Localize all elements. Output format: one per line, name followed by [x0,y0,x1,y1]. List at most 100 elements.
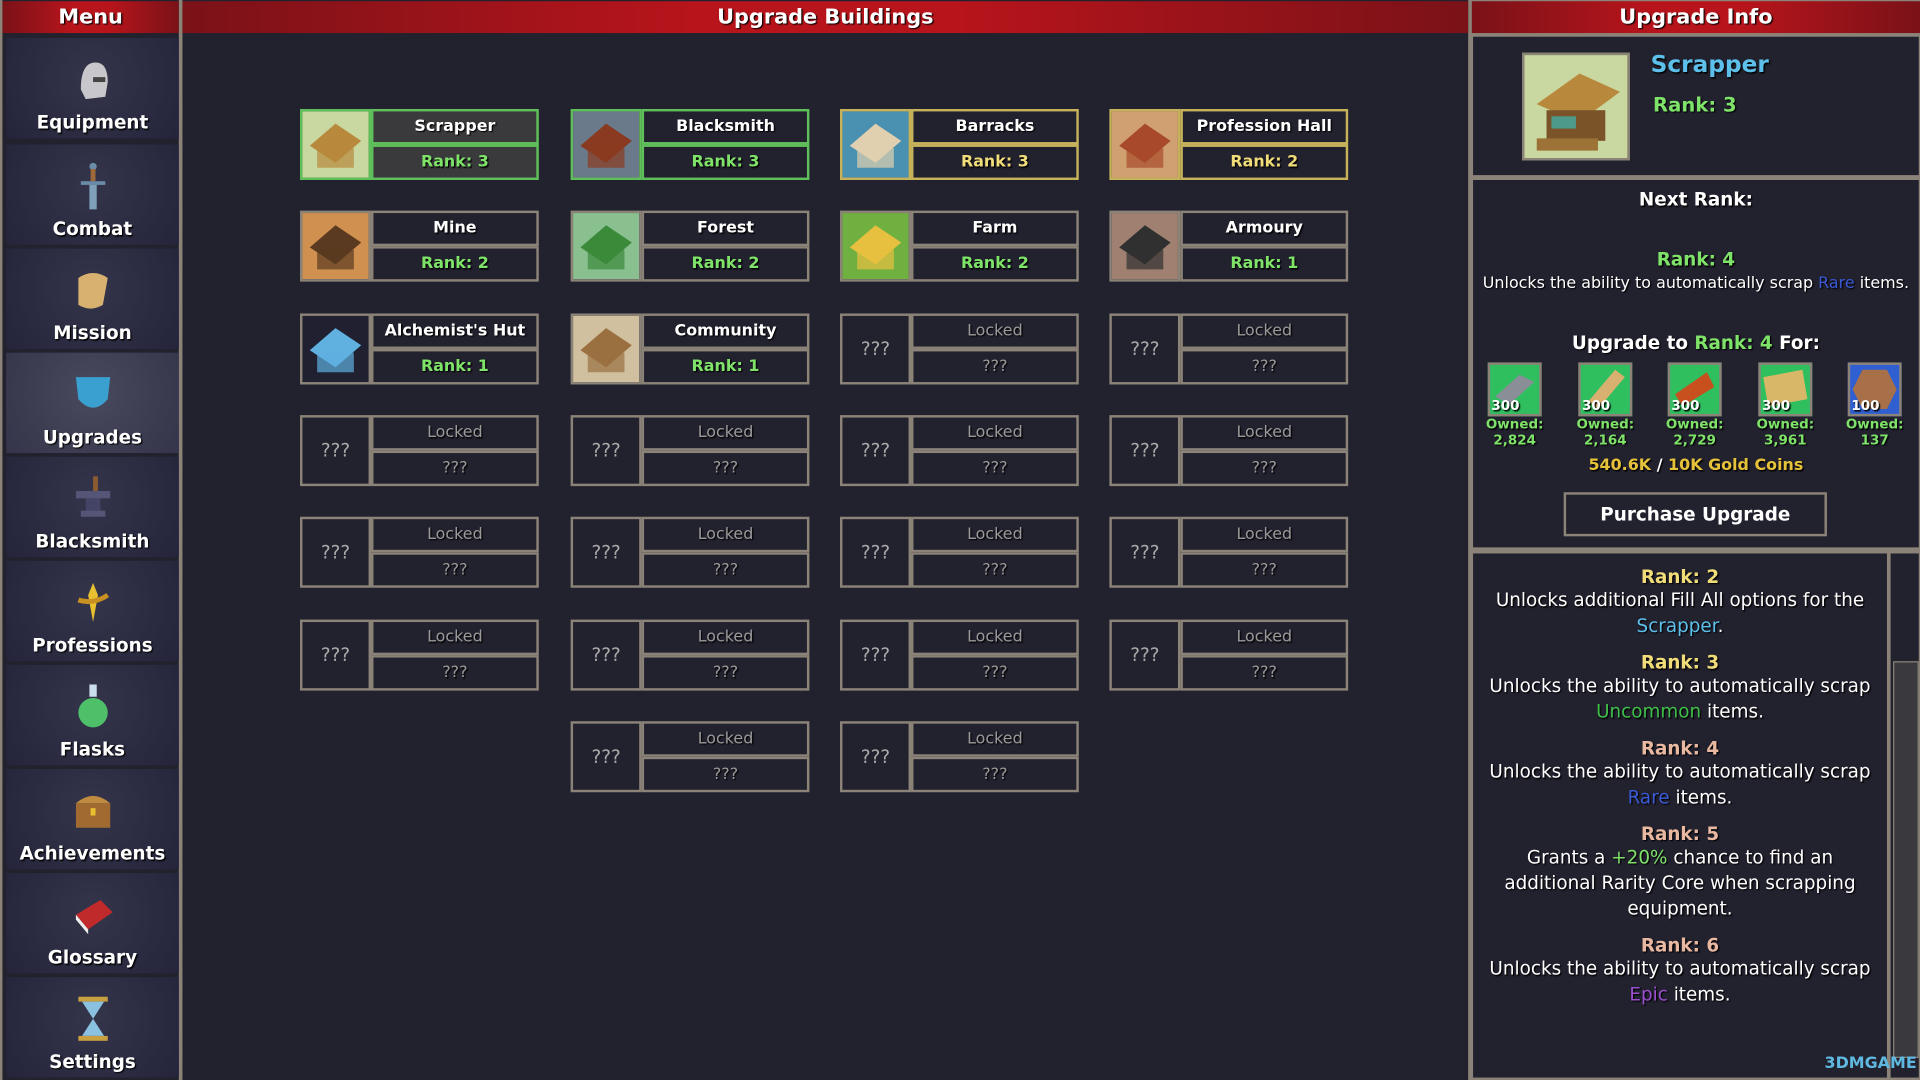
menu-item-flasks[interactable]: Flasks [6,664,179,766]
barracks-icon [840,108,912,181]
highlight-text: +20% [1611,846,1668,869]
locked-icon: ??? [840,313,912,385]
owned-amount: 2,164 [1583,432,1627,449]
cost-quantity: 300 [1491,397,1520,414]
menu-item-label: Equipment [36,111,149,134]
building-name: Community Project [641,313,810,371]
next-rank-description: Unlocks the ability to automatically scr… [1473,274,1919,292]
scrollbar[interactable] [1890,553,1919,1078]
alchemist-icon [300,313,372,385]
cost-quantity: 100 [1851,397,1880,414]
building-locked[interactable]: ??? Locked??? [1109,415,1349,487]
building-scrapper[interactable]: Scrapper Rank: 3 [300,108,539,181]
locked-icon: ??? [300,415,372,487]
building-armoury[interactable]: Armoury Rank: 1 [1109,210,1349,282]
history-rank: Rank: 5 [1640,822,1720,845]
menu-item-blacksmith[interactable]: Blacksmith [6,456,179,558]
gold-cost: 540.6K / 10K Gold Coins [1473,457,1919,475]
building-farm[interactable]: Farm Rank: 2 [840,210,1079,282]
building-blacksmith[interactable]: Blacksmith Rank: 3 [570,108,810,181]
cost-item: 300 Owned: 3,961 [1755,362,1816,448]
building-locked[interactable]: ??? Locked??? [300,415,539,487]
armoury-icon [1109,210,1181,282]
building-locked[interactable]: ??? Locked??? [840,516,1079,588]
farm-icon [840,210,912,282]
building-rank: ??? [911,450,1079,487]
building-locked[interactable]: ??? Locked??? [300,619,539,691]
building-name: Locked [911,415,1079,451]
building-locked[interactable]: ??? Locked??? [840,619,1079,691]
building-locked[interactable]: ??? Locked??? [300,516,539,588]
building-locked[interactable]: ??? Locked??? [570,619,810,691]
menu-item-label: Achievements [19,842,166,865]
highlight-text: Rare [1818,274,1855,293]
building-rank: ??? [911,552,1079,588]
building-rank: ??? [911,348,1079,385]
menu-item-mission[interactable]: Mission [6,248,179,349]
building-locked[interactable]: ??? Locked??? [840,721,1079,793]
scrollbar-thumb[interactable] [1893,661,1919,1058]
owned-amount: 137 [1860,432,1889,449]
text: Grants a [1526,846,1612,869]
menu-item-achievements[interactable]: Achievements [6,768,179,870]
building-rank: ??? [641,552,810,588]
building-name: Alchemist's Hut [371,313,539,349]
building-name: Profession Hall [1180,108,1349,145]
menu-item-professions[interactable]: Professions [6,560,179,662]
menu-item-glossary[interactable]: Glossary [6,873,179,974]
building-rank: ??? [641,756,810,793]
building-name: Scrapper [371,108,539,145]
building-name: Locked [1180,516,1349,553]
menu-item-upgrades[interactable]: Upgrades [6,352,179,454]
building-alchemist-s-hut[interactable]: Alchemist's Hut Rank: 1 [300,313,539,385]
menu-item-label: Mission [53,322,132,345]
building-community-project[interactable]: Community ProjectRank: 1 [570,313,810,385]
building-rank: Rank: 1 [641,348,810,385]
building-rank: Rank: 2 [371,246,539,282]
menu-item-settings[interactable]: Settings [6,977,179,1078]
purchase-upgrade-button[interactable]: Purchase Upgrade [1563,492,1827,537]
history-description: Unlocks the ability to automatically scr… [1473,759,1887,810]
building-mine[interactable]: Mine Rank: 2 [300,210,539,282]
history-description: Unlocks additional Fill All options for … [1473,588,1887,639]
highlight-text: Rank: 4 [1694,331,1773,354]
watermark: 3DMGAME [1824,1054,1917,1073]
building-locked[interactable]: ??? Locked??? [840,313,1079,385]
locked-icon: ??? [840,619,912,691]
text: Unlocks the ability to automatically scr… [1489,957,1871,980]
text: . [1717,614,1724,637]
shield-icon [75,377,110,408]
building-name: Armoury [1180,210,1349,247]
next-rank-value: Rank: 4 [1656,248,1736,271]
building-locked[interactable]: ??? Locked??? [840,415,1079,487]
building-locked[interactable]: ??? Locked??? [570,415,810,487]
building-name: Blacksmith [641,108,810,145]
building-name: Locked [371,516,539,553]
locked-icon: ??? [570,619,642,691]
building-barracks[interactable]: Barracks Rank: 3 [840,108,1079,181]
building-profession-hall[interactable]: Profession Hall Rank: 2 [1109,108,1349,181]
building-locked[interactable]: ??? Locked??? [1109,313,1349,385]
building-locked[interactable]: ??? Locked??? [1109,619,1349,691]
building-locked[interactable]: ??? Locked??? [570,721,810,793]
menu-item-label: Glossary [47,946,138,969]
building-locked[interactable]: ??? Locked??? [1109,516,1349,588]
locked-icon: ??? [300,619,372,691]
building-name: Barracks [911,108,1079,145]
building-name: Locked [641,619,810,656]
rune-stone-icon: 100 [1847,362,1902,417]
building-locked[interactable]: ??? Locked??? [570,516,810,588]
building-name: Locked [371,415,539,451]
menu-item-equipment[interactable]: Equipment [6,37,179,139]
menu-item-combat[interactable]: Combat [6,144,179,245]
highlight-text: Epic [1629,983,1668,1006]
building-rank: Rank: 3 [911,144,1079,181]
menu-title: Menu [2,1,179,34]
building-forest[interactable]: Forest Rank: 2 [570,210,810,282]
building-name: Locked [1180,619,1349,656]
selected-building-name: Scrapper [1650,51,1769,79]
menu-item-label: Blacksmith [35,530,150,553]
scrapper-icon [300,108,372,181]
locked-icon: ??? [300,516,372,588]
cost-item: 300 Owned: 2,824 [1484,362,1545,448]
